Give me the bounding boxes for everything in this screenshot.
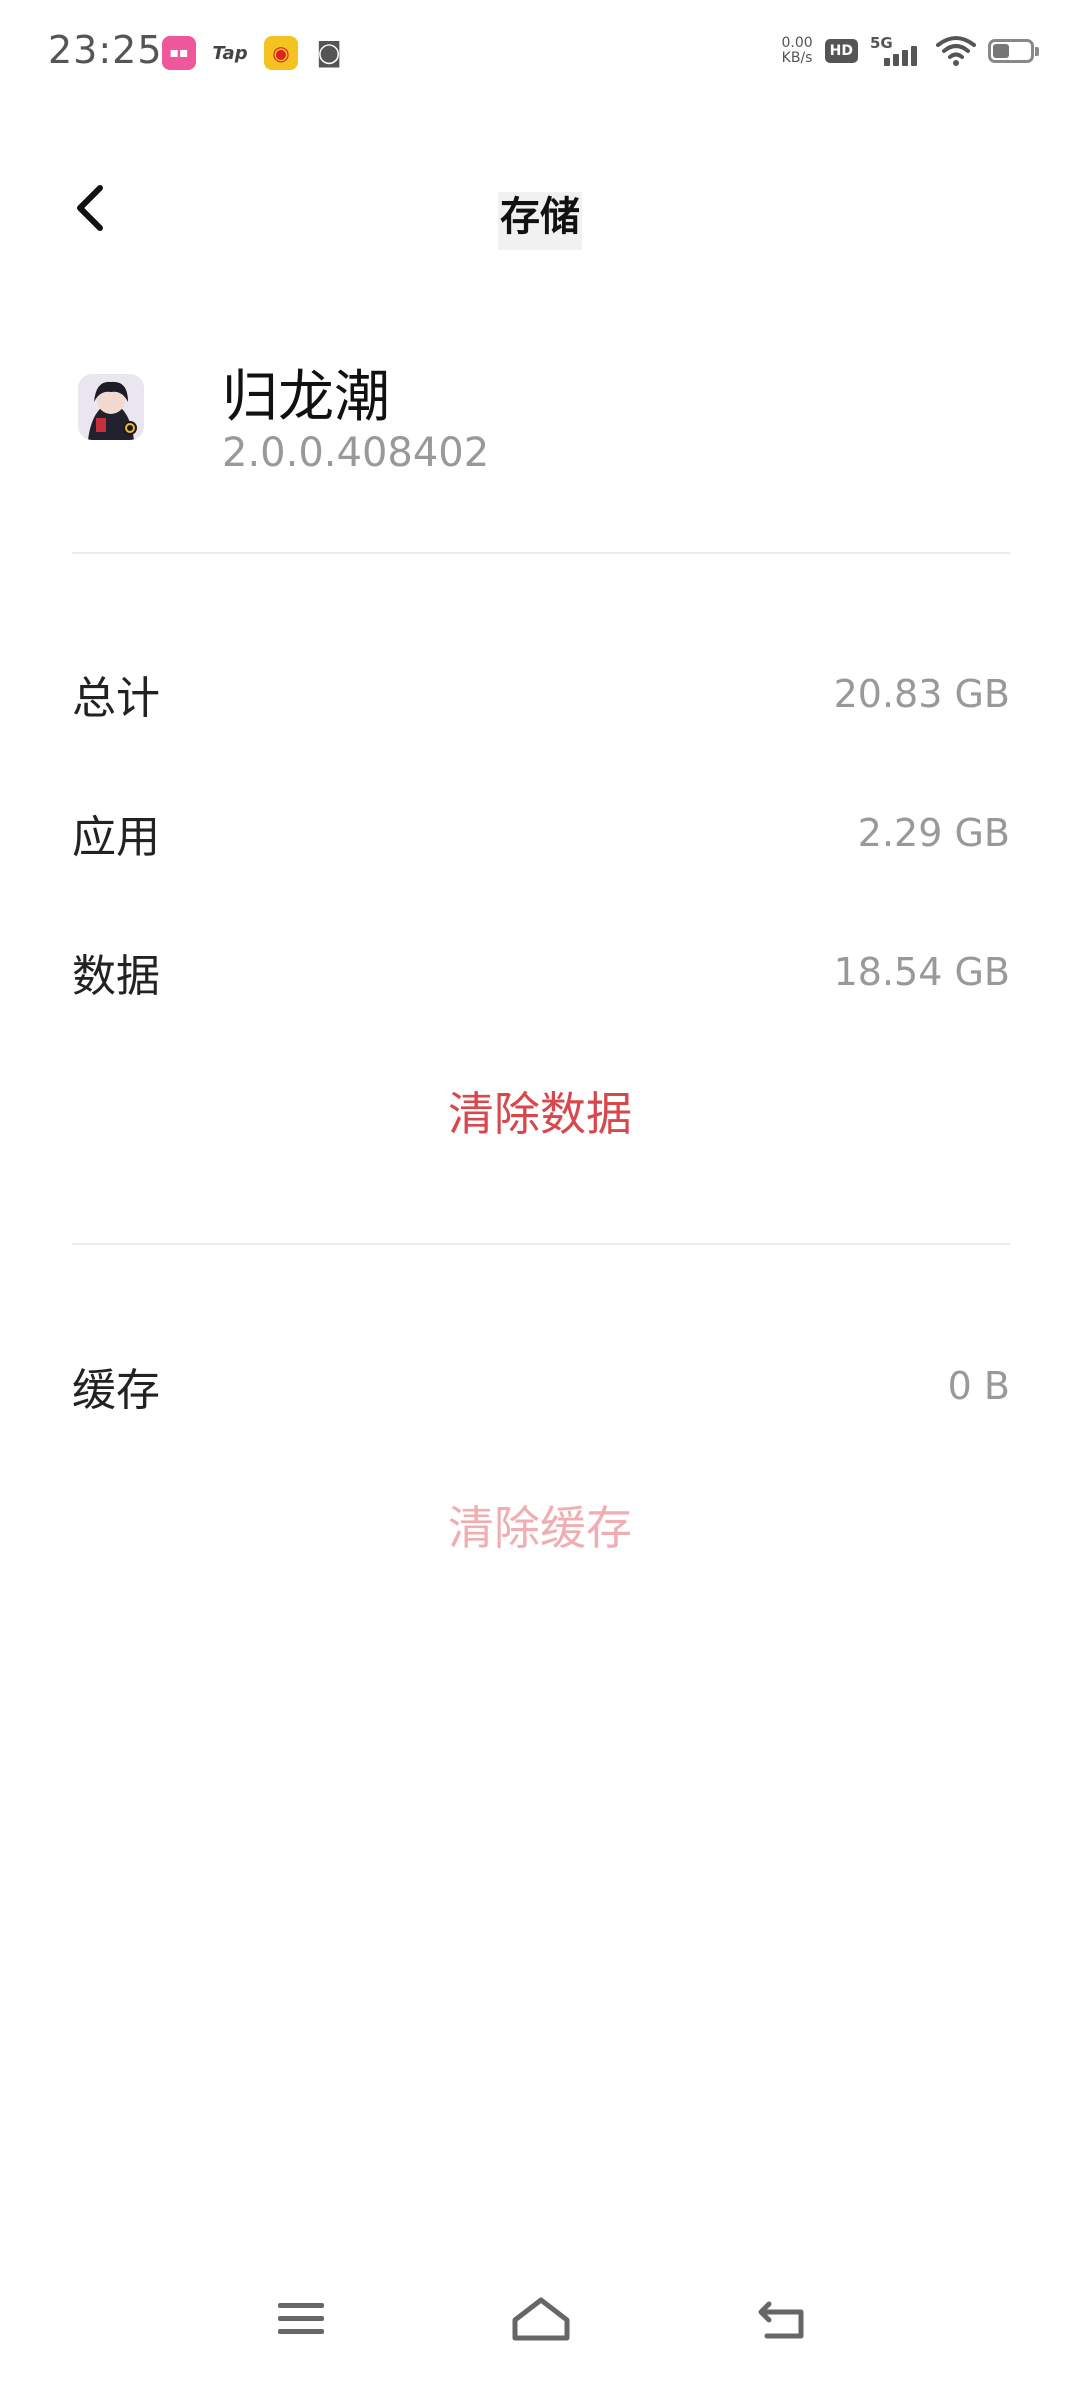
- back-nav-icon: [758, 2301, 804, 2339]
- navigation-bar: [0, 2240, 1080, 2400]
- status-indicators: 0.00 KB/s HD 5G: [781, 34, 1039, 68]
- cache-value: 0 B: [947, 1364, 1010, 1408]
- notification-icons: ▪▪ Tap ◉ ◙: [162, 36, 346, 70]
- cache-label: 缓存: [72, 1365, 160, 1416]
- divider: [72, 1243, 1010, 1245]
- app-version: 2.0.0.408402: [222, 430, 490, 476]
- data-size-value: 18.54 GB: [833, 950, 1010, 994]
- status-time: 23:25: [48, 28, 163, 72]
- app-size-value: 2.29 GB: [857, 811, 1010, 855]
- home-button[interactable]: [506, 2284, 576, 2354]
- status-bar: 23:25 ▪▪ Tap ◉ ◙ 0.00 KB/s HD 5G: [0, 0, 1080, 110]
- total-label: 总计: [72, 673, 160, 724]
- bilibili-icon: ▪▪: [162, 36, 196, 70]
- cat-icon: ◙: [316, 38, 342, 68]
- clear-cache-button[interactable]: 清除缓存: [0, 1492, 1080, 1558]
- storage-total-row: 总计 20.83 GB: [72, 654, 1010, 734]
- home-icon: [512, 2297, 570, 2341]
- storage-data-row: 数据 18.54 GB: [72, 932, 1010, 1012]
- menu-icon: [278, 2303, 324, 2334]
- cache-row: 缓存 0 B: [72, 1346, 1010, 1426]
- network-speed: 0.00 KB/s: [781, 35, 813, 66]
- storage-app-row: 应用 2.29 GB: [72, 793, 1010, 873]
- app-size-label: 应用: [72, 812, 160, 863]
- app-name: 归龙潮: [222, 365, 390, 430]
- back-nav-button[interactable]: [748, 2284, 818, 2354]
- clear-data-button[interactable]: 清除数据: [0, 1078, 1080, 1144]
- app-icon: [78, 374, 144, 440]
- menu-button[interactable]: [266, 2284, 336, 2354]
- taptap-icon: Tap: [212, 42, 248, 64]
- signal-5g-icon: 5G: [870, 34, 924, 68]
- page-title: 存储: [0, 184, 1080, 250]
- total-value: 20.83 GB: [833, 672, 1010, 716]
- hd-voice-icon: HD: [824, 39, 858, 63]
- wifi-icon: [936, 36, 976, 66]
- data-size-label: 数据: [72, 951, 160, 1002]
- weibo-icon: ◉: [264, 36, 298, 70]
- battery-icon: [988, 39, 1039, 63]
- divider: [72, 552, 1010, 554]
